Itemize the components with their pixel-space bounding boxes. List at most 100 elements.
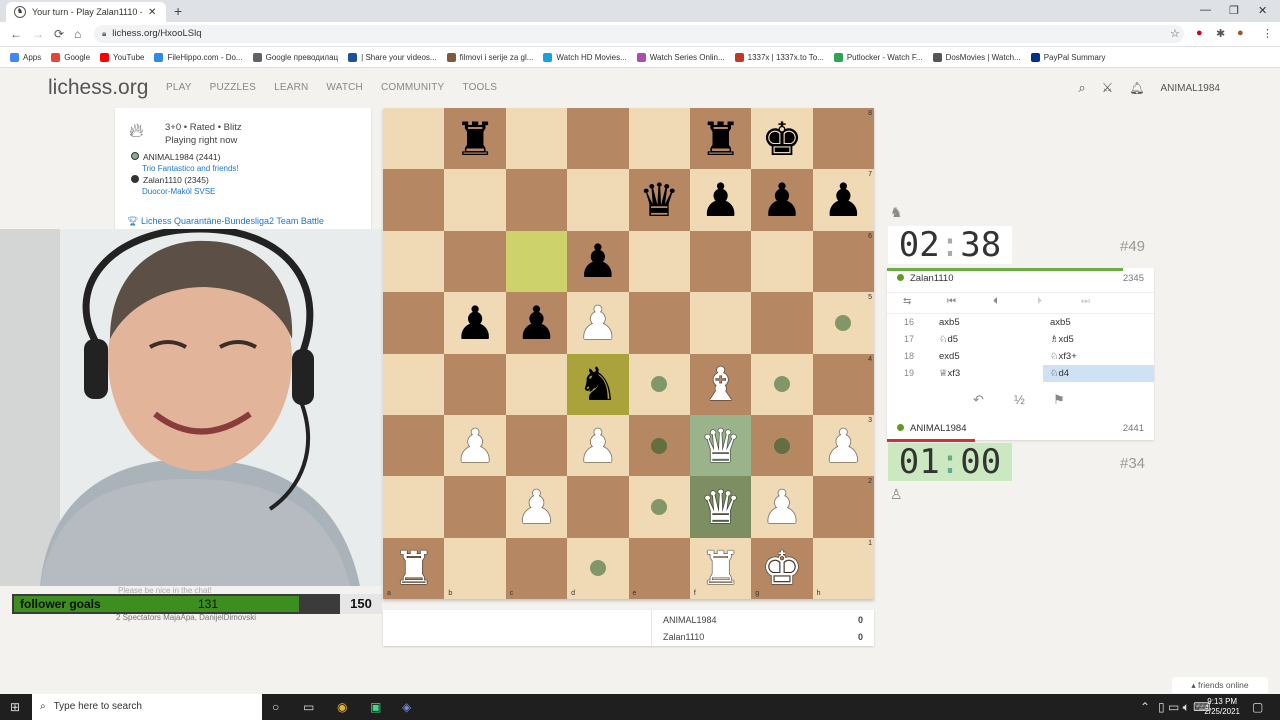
notifications-bell-icon[interactable]: 🔔︎	[1129, 81, 1144, 95]
black-move[interactable]: ♘xf3+	[1050, 348, 1077, 365]
close-tab-icon[interactable]: ✕	[148, 7, 156, 18]
black-pawn-piece[interactable]: ♟	[700, 177, 741, 223]
taskbar-search[interactable]: ⌕ Type here to search	[32, 694, 262, 720]
nav-learn[interactable]: LEARN	[274, 82, 308, 93]
square-d6[interactable]: ♟	[567, 230, 629, 293]
nav-play[interactable]: PLAY	[166, 82, 192, 93]
square-h4[interactable]: 4	[812, 353, 874, 415]
next-move-icon[interactable]: ⏵	[1037, 296, 1042, 307]
nav-community[interactable]: COMMUNITY	[381, 82, 444, 93]
square-e5[interactable]	[628, 292, 690, 354]
black-pawn-piece[interactable]: ♟	[454, 300, 495, 346]
nav-tools[interactable]: TOOLS	[462, 82, 497, 93]
square-f3[interactable]: ♛	[689, 414, 752, 477]
bookmark-item[interactable]: Google	[51, 52, 90, 62]
black-move[interactable]: ♗xd5	[1050, 331, 1074, 348]
clock-tray[interactable]: 9:13 PM 2/25/2021	[1204, 697, 1240, 717]
square-d5[interactable]: ♟	[567, 292, 629, 354]
tray-icons[interactable]: ▯ ▭ 🔈︎ ⌨	[1158, 700, 1210, 715]
white-pawn-piece[interactable]: ♟	[577, 423, 618, 469]
bookmark-item[interactable]: Watch HD Movies...	[543, 52, 627, 62]
cortana-icon[interactable]: ○	[272, 700, 279, 714]
notification-icon[interactable]: ▢	[1252, 700, 1263, 714]
square-e2[interactable]	[628, 476, 690, 538]
square-b7[interactable]	[444, 169, 506, 231]
square-g5[interactable]	[751, 292, 813, 354]
square-b6[interactable]	[444, 230, 506, 293]
close-window-icon[interactable]: ✕	[1258, 4, 1267, 17]
square-f8[interactable]: ♜	[689, 108, 752, 170]
nav-puzzles[interactable]: PUZZLES	[210, 82, 256, 93]
bookmark-item[interactable]: Watch Series Onlin...	[636, 52, 725, 62]
white-pawn-piece[interactable]: ♟	[823, 423, 864, 469]
square-e3[interactable]	[628, 414, 690, 477]
square-a2[interactable]	[383, 476, 445, 538]
flip-board-icon[interactable]: ⇆	[903, 296, 911, 307]
square-g4[interactable]	[751, 353, 813, 415]
address-bar[interactable]: 🔒︎ lichess.org/HxooLSlq	[94, 25, 1184, 43]
chess-board[interactable]: ♜ ♜ ♚ 8 ♛ ♟ ♟ ♟ 7 ♟ 6 ♟ ♟ ♟ 5 ♞ ♝ 4 ♟ ♟ ♛ ♟ 3 ♟ ♛ ♟ 2 ♜ a b c d e ♜ f ♚ g 1 h	[383, 108, 874, 599]
extensions-icon[interactable]: ✱	[1216, 27, 1225, 40]
bookmark-item[interactable]: FileHippo.com - Do...	[154, 52, 243, 62]
opera-extension-icon[interactable]: ●	[1196, 27, 1203, 39]
square-c1[interactable]: c	[505, 537, 568, 599]
square-c7[interactable]	[505, 169, 568, 231]
takeback-icon[interactable]: ↶	[973, 392, 984, 408]
square-a1[interactable]: ♜ a	[383, 537, 445, 599]
black-rook-piece[interactable]: ♜	[700, 116, 741, 162]
square-c2[interactable]: ♟	[505, 476, 568, 538]
white-pawn-piece[interactable]: ♟	[516, 484, 557, 530]
white-queen-piece[interactable]: ♛	[700, 484, 741, 530]
white-move[interactable]: ♘d5	[939, 331, 958, 348]
legal-move-dot[interactable]	[651, 437, 668, 454]
white-pawn-piece[interactable]: ♟	[454, 423, 495, 469]
previous-move-icon[interactable]: ⏴	[993, 296, 998, 307]
black-team-link[interactable]: Duocor-Makól SVSE	[142, 187, 215, 196]
own-player-row[interactable]: ANIMAL1984 2441	[897, 419, 1144, 439]
white-move[interactable]: exd5	[939, 348, 960, 365]
minimize-icon[interactable]: —	[1200, 4, 1211, 16]
profile-avatar[interactable]: ●	[1237, 27, 1244, 39]
bookmark-item[interactable]: filmovi i serije za gl...	[446, 52, 533, 62]
square-g6[interactable]	[751, 230, 813, 293]
square-h2[interactable]: 2	[812, 476, 874, 538]
square-a4[interactable]	[383, 353, 445, 415]
resign-flag-icon[interactable]: ⚑	[1053, 392, 1065, 408]
bookmark-item[interactable]: 1337x | 1337x.to To...	[734, 52, 824, 62]
square-h5[interactable]: 5	[812, 292, 874, 354]
site-logo[interactable]: lichess.org	[48, 76, 148, 100]
square-g7[interactable]: ♟	[751, 169, 813, 231]
black-player[interactable]: Zalan1110 (2345)	[131, 175, 209, 185]
discord-icon[interactable]: ◈	[402, 700, 411, 714]
white-player[interactable]: ANIMAL1984 (2441)	[131, 152, 221, 162]
tray-chevron-icon[interactable]: ⌃	[1140, 700, 1150, 714]
opponent-player-row[interactable]: Zalan1110 2345	[897, 269, 1144, 289]
menu-icon[interactable]: ⋮	[1262, 27, 1273, 40]
maximize-icon[interactable]: ❐	[1229, 4, 1239, 17]
square-b5[interactable]: ♟	[444, 292, 506, 354]
bookmark-item[interactable]: YouTube	[100, 52, 144, 62]
legal-move-dot[interactable]	[773, 376, 790, 393]
white-rook-piece[interactable]: ♜	[393, 545, 434, 591]
black-pawn-piece[interactable]: ♟	[823, 177, 864, 223]
back-icon[interactable]: ←	[10, 27, 22, 41]
forward-icon[interactable]: →	[32, 27, 44, 41]
square-f1[interactable]: ♜ f	[689, 537, 752, 599]
search-icon[interactable]: ⌕	[1078, 80, 1085, 96]
home-icon[interactable]: ⌂	[74, 27, 81, 41]
white-team-link[interactable]: Trio Fantastico and friends!	[142, 164, 239, 173]
white-move[interactable]: ♕xf3	[939, 365, 960, 382]
offer-draw-button[interactable]: ½	[1014, 392, 1025, 407]
square-d4[interactable]: ♞	[567, 353, 629, 415]
square-d7[interactable]	[567, 169, 629, 231]
white-queen-piece[interactable]: ♛	[700, 423, 741, 469]
nav-watch[interactable]: WATCH	[326, 82, 363, 93]
square-h3[interactable]: ♟ 3	[812, 414, 874, 477]
square-d3[interactable]: ♟	[567, 414, 629, 477]
square-c8[interactable]	[505, 108, 568, 170]
square-e7[interactable]: ♛	[628, 169, 690, 231]
bookmark-item[interactable]: | Share your videos...	[348, 52, 437, 62]
square-g3[interactable]	[751, 414, 813, 477]
arena-link[interactable]: 🏆︎ Lichess Quarantäne-Bundesliga2 Team B…	[127, 216, 324, 227]
black-rook-piece[interactable]: ♜	[454, 116, 495, 162]
